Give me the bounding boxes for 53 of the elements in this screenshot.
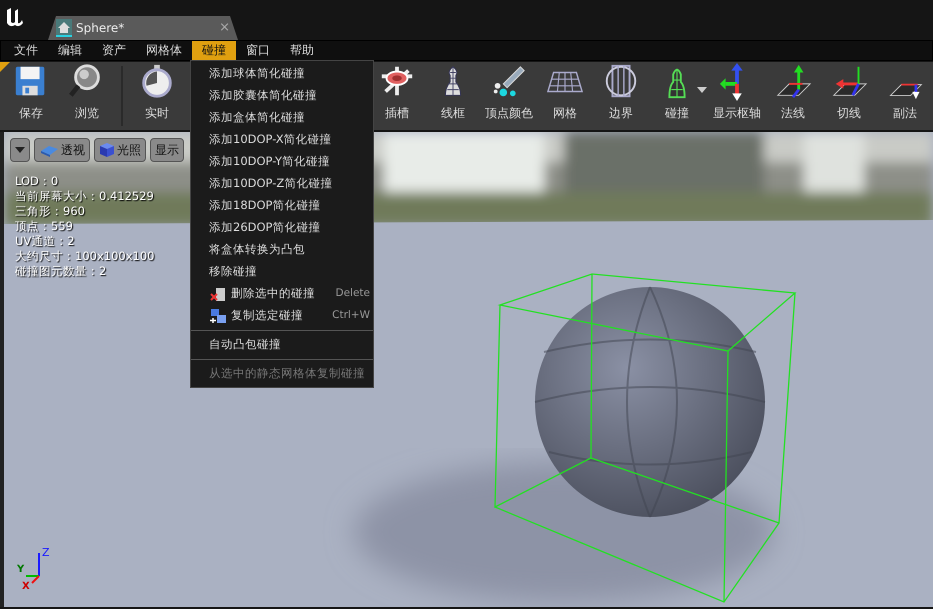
menu-item[interactable]: 删除选中的碰撞 Delete (191, 283, 373, 305)
toolbar-button[interactable]: 副法 (877, 62, 933, 130)
stat-line: LOD：0 (15, 174, 60, 189)
toolbar-button[interactable]: 顶点颜色 (481, 62, 537, 130)
engine-logo-icon (5, 6, 25, 28)
toolbar-button[interactable]: 显示枢轴 (709, 62, 765, 130)
viewport-mode-button[interactable]: 光照 (94, 138, 146, 162)
toolbar-button[interactable]: 保存 (3, 62, 59, 130)
menu-item[interactable]: 复制选定碰撞 Ctrl+W (191, 305, 373, 327)
toolbar-button[interactable]: 网格 (537, 62, 593, 130)
menu-item[interactable]: 添加10DOP-Z简化碰撞 (191, 173, 373, 195)
toolbar-button[interactable]: 边界 (593, 62, 649, 130)
menu-item[interactable]: 文件 (4, 41, 48, 60)
menu-item[interactable]: 窗口 (236, 41, 280, 60)
menu-item[interactable]: 帮助 (280, 41, 324, 60)
viewport-options-button[interactable] (10, 138, 30, 162)
document-tab[interactable]: Sphere* × (48, 16, 238, 40)
copy-shapes-icon (209, 308, 227, 324)
toolbar-button[interactable]: 线框 (425, 62, 481, 130)
stat-line: 三角形：960 (15, 204, 86, 219)
menu-item[interactable]: 添加26DOP简化碰撞 (191, 217, 373, 239)
stat-line: 大约尺寸：100x100x100 (15, 249, 154, 264)
menu-item[interactable]: 自动凸包碰撞 (191, 334, 373, 356)
menu-item[interactable]: 添加10DOP-Y简化碰撞 (191, 151, 373, 173)
toolbar-button[interactable]: 法线 (765, 62, 821, 130)
menu-item[interactable]: 碰撞 (192, 41, 236, 60)
toolbar-button[interactable]: 切线 (821, 62, 877, 130)
static-mesh-icon (56, 19, 72, 37)
menu-item[interactable]: 网格体 (136, 41, 192, 60)
menu-item[interactable]: 编辑 (48, 41, 92, 60)
viewport-mode-button[interactable]: 显示 (150, 138, 184, 162)
menu-item[interactable]: 资产 (92, 41, 136, 60)
toolbar-button[interactable]: 实时 (129, 62, 185, 130)
dropdown-arrow-icon[interactable] (697, 87, 707, 93)
menu-item[interactable]: 添加18DOP简化碰撞 (191, 195, 373, 217)
viewport-mode-button[interactable]: 透视 (34, 138, 90, 162)
toolbar-button[interactable]: 碰撞 (649, 62, 705, 130)
shortcut-text: Ctrl+W (332, 308, 370, 324)
corner-marker-icon (0, 62, 10, 72)
lit-cube-icon (99, 142, 115, 158)
stat-line: UV通道：2 (15, 234, 76, 249)
toolbar-button[interactable]: 浏览 (59, 62, 115, 130)
stat-line: 当前屏幕大小：0.412529 (15, 189, 154, 204)
delete-icon (209, 286, 227, 302)
menu-item[interactable]: 移除碰撞 (191, 261, 373, 283)
menu-item[interactable]: 将盒体转换为凸包 (191, 239, 373, 261)
tab-title: Sphere* (76, 20, 124, 37)
stat-line: 碰撞图元数量：2 (15, 264, 108, 279)
menu-item[interactable]: 添加10DOP-X简化碰撞 (191, 129, 373, 151)
shortcut-text: Delete (336, 286, 370, 302)
caret-icon (15, 147, 25, 153)
perspective-cube-icon (39, 143, 59, 157)
axis-gizmo-drawing: Z Y X (16, 546, 52, 590)
